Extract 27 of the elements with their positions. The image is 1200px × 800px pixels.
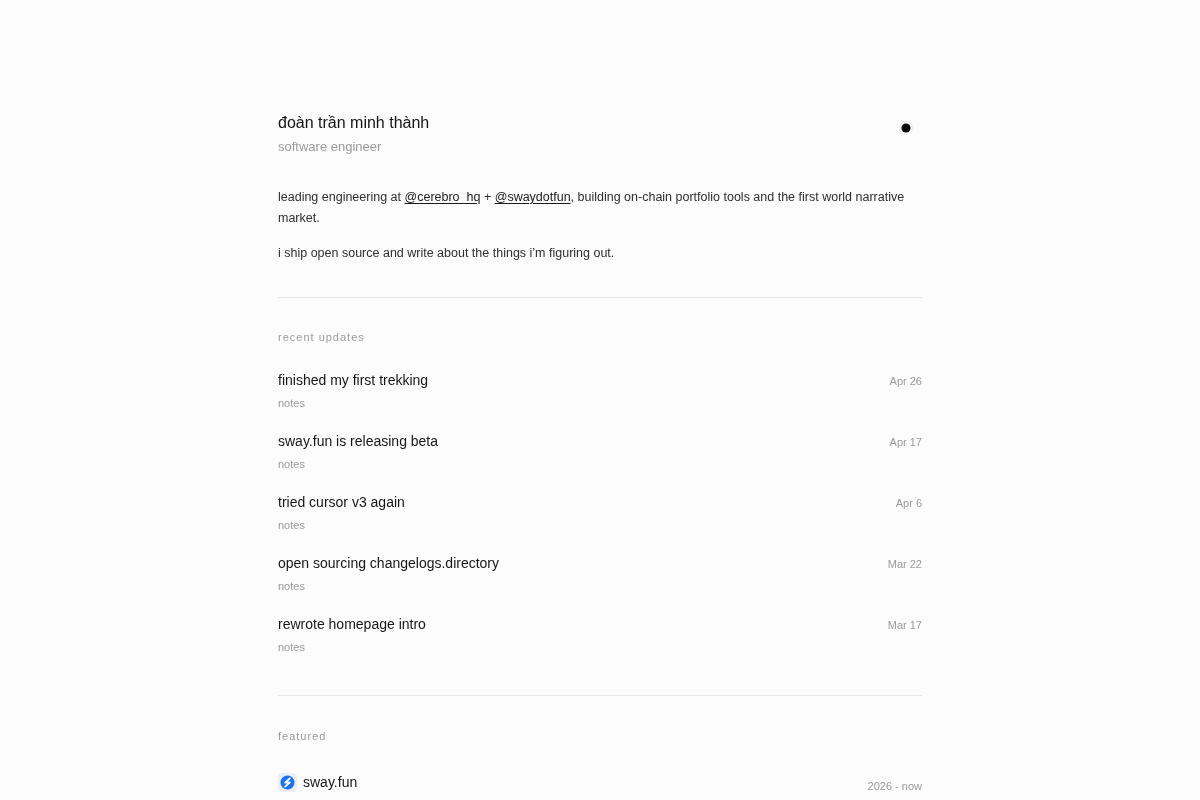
update-title-link[interactable]: finished my first trekking [278, 370, 429, 390]
update-category: notes [278, 579, 305, 593]
job-title: software engineer [278, 138, 383, 156]
update-date: Apr 6 [895, 496, 922, 510]
dot-icon[interactable] [899, 121, 913, 135]
update-date: Mar 17 [887, 618, 922, 632]
update-date: Mar 22 [887, 557, 922, 571]
update-category: notes [278, 396, 305, 410]
update-title-link[interactable]: open sourcing changelogs.directory [278, 553, 500, 573]
update-category: notes [278, 640, 305, 654]
app-logo-icon [278, 772, 297, 792]
update-category: notes [278, 457, 305, 471]
project-period: 2026 - now [867, 779, 922, 793]
update-title-link[interactable]: tried cursor v3 again [278, 492, 405, 512]
profile-name: đoàn trần minh thành [278, 113, 430, 133]
section-heading: recent updates [278, 330, 365, 344]
update-category: notes [278, 518, 305, 532]
bio-paragraph: leading engineering at @cerebro_hq + @swaydotfun, building on-chain portfolio tools and the first world narrative market. [278, 189, 906, 227]
update-title-link[interactable]: rewrote homepage intro [278, 614, 426, 634]
update-title-link[interactable]: sway.fun is releasing beta [278, 431, 439, 451]
bio-paragraph: i ship open source and write about the things i’m figuring out. [278, 245, 616, 262]
profile-link[interactable]: @swaydotfun [494, 190, 571, 204]
profile-link[interactable]: @cerebro_hq [404, 190, 481, 204]
update-date: Apr 17 [889, 435, 922, 449]
section-heading: featured [278, 729, 327, 743]
project-link[interactable]: sway.fun [303, 772, 358, 792]
update-date: Apr 26 [889, 374, 922, 388]
